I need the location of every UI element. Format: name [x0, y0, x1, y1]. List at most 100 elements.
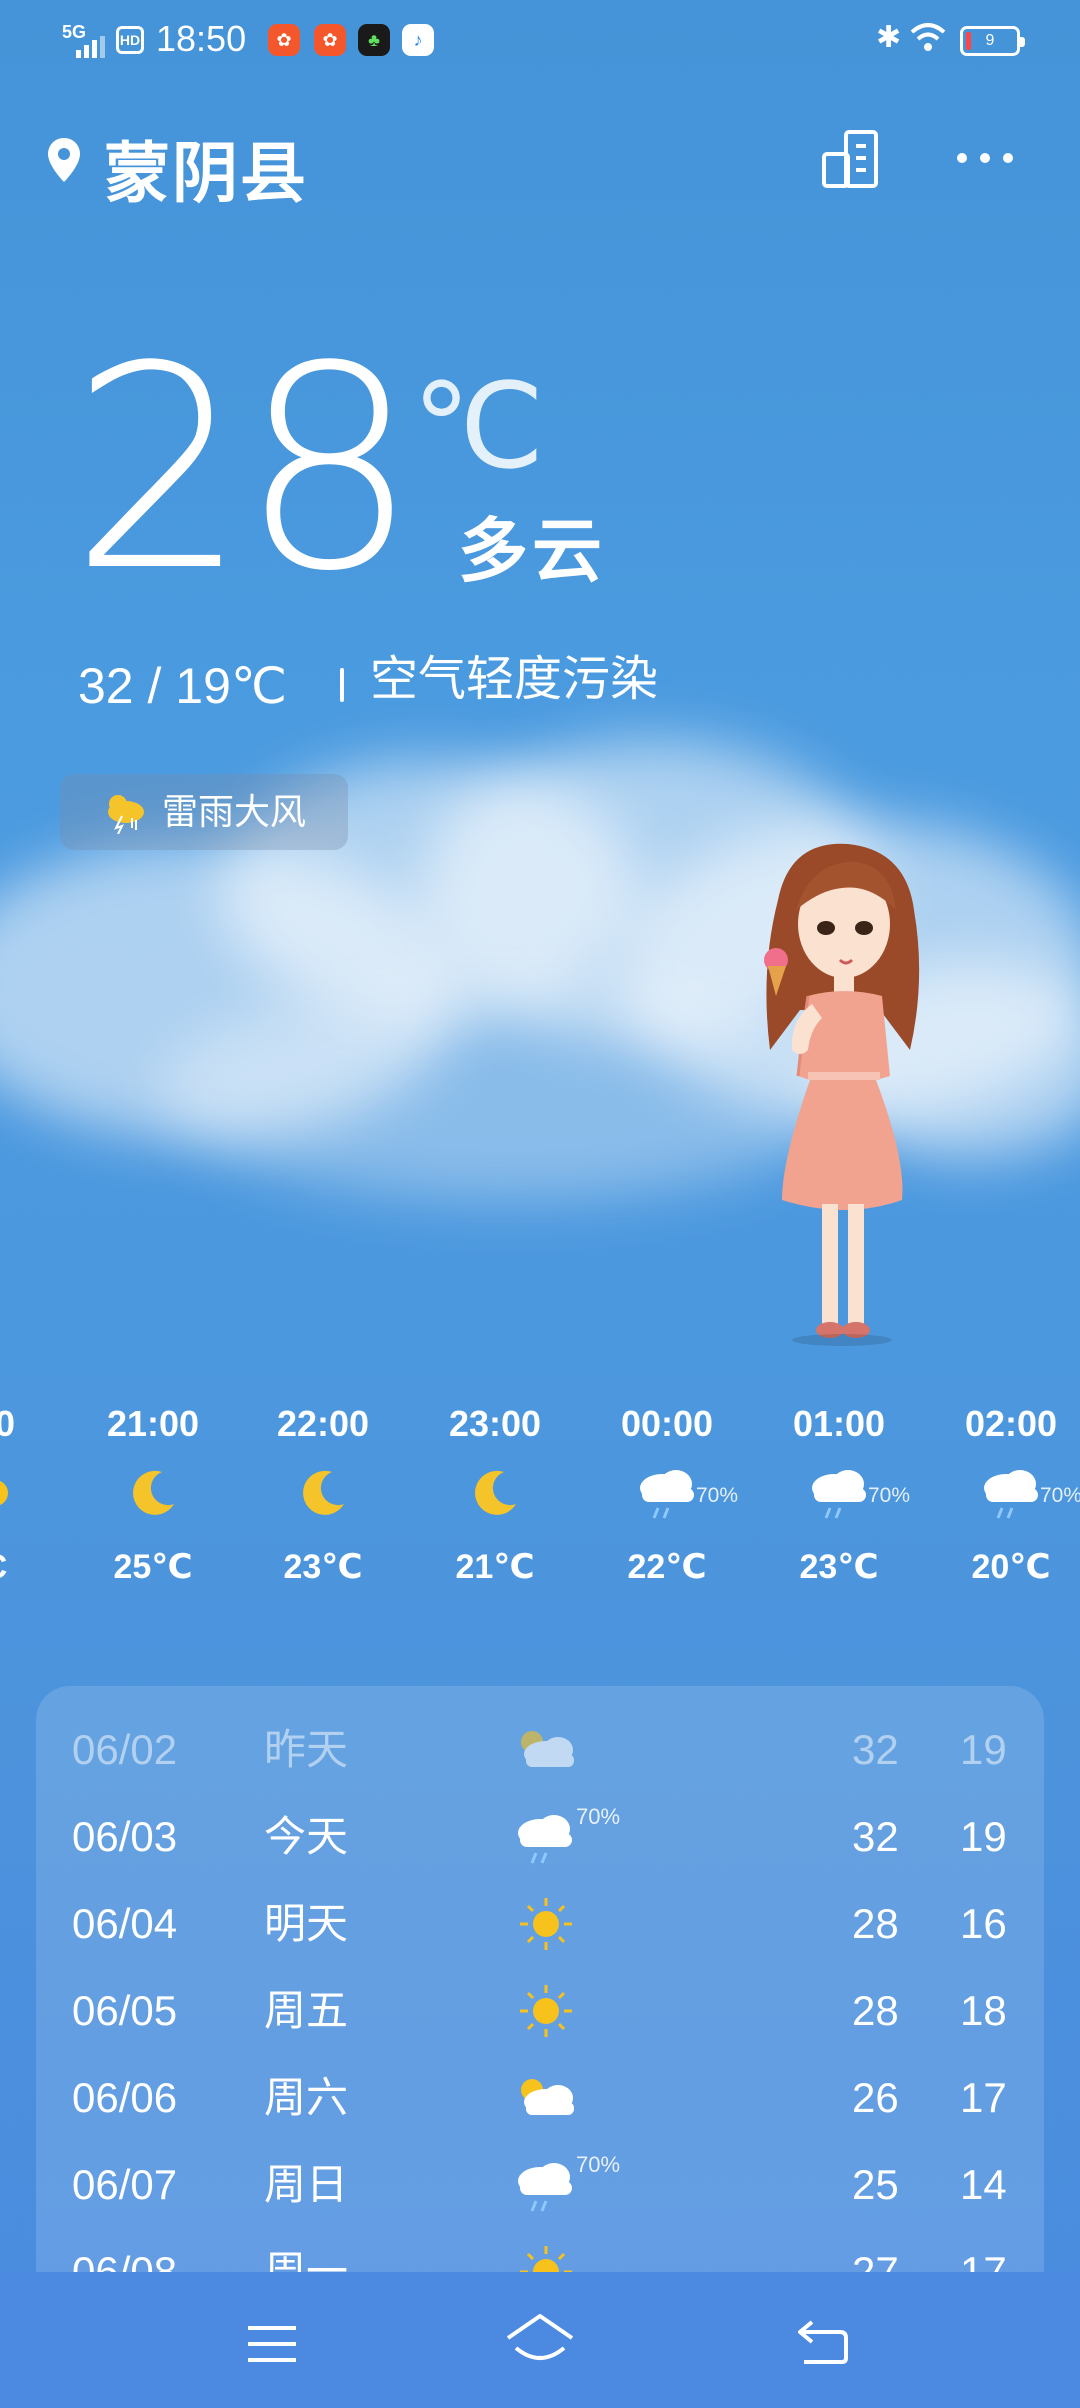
day-weekday: 明天: [264, 1900, 349, 1947]
day-high: 28: [852, 1900, 899, 1947]
partly-cloudy-icon: [521, 1731, 574, 1767]
divider: [340, 668, 344, 702]
hour-time: 21:00: [106, 1403, 200, 1444]
sun-icon: [520, 1898, 572, 1950]
signal-icon: [76, 36, 105, 58]
day-weekday: 周一: [264, 2248, 349, 2276]
temperature-unit: ℃: [412, 361, 545, 493]
wifi-icon: [910, 23, 946, 51]
sun-icon: [520, 2246, 572, 2276]
day-high: 26: [852, 2074, 899, 2121]
daily-row[interactable]: 06/06 周六 26 17: [36, 2054, 1044, 2142]
hour-time: 01:00: [792, 1403, 886, 1444]
battery-level: 9: [985, 32, 995, 49]
status-bar: 5G HD 18:50 ✿ ✿ ♣ ♪ ✱ 9: [0, 0, 1080, 80]
day-low: 16: [960, 1900, 1007, 1947]
bluetooth-icon: ✱: [876, 21, 902, 54]
city-management-icon[interactable]: [820, 128, 882, 190]
hour-temp: 21℃: [455, 1548, 535, 1586]
day-low: 19: [960, 1813, 1007, 1860]
hour-time: 00: [0, 1403, 16, 1444]
hourly-item: 00 C: [0, 1400, 70, 1590]
daily-row[interactable]: 06/04 明天 28 16: [36, 1880, 1044, 1968]
sun-icon: [0, 1462, 30, 1524]
day-low: 17: [960, 2074, 1007, 2121]
temperature-range: 32 / 19℃: [78, 658, 288, 714]
hour-temp: 23℃: [799, 1548, 879, 1586]
battery-icon: 9: [960, 26, 1025, 56]
hour-temp: 20℃: [971, 1548, 1051, 1586]
day-high: 25: [852, 2161, 899, 2208]
precip-chance: 70%: [576, 2152, 621, 2177]
hourly-item: 23:00 21℃: [420, 1400, 570, 1590]
moon-icon: [118, 1462, 188, 1524]
hour-time: 02:00: [964, 1403, 1058, 1444]
moon-icon: [460, 1462, 530, 1524]
sun-icon: [520, 1985, 572, 2037]
day-low: 18: [960, 1987, 1007, 2034]
hour-time: 00:00: [620, 1403, 714, 1444]
rain-cloud-icon: [518, 2163, 572, 2212]
moon-icon: [288, 1462, 358, 1524]
daily-row[interactable]: 06/02 昨天 32 19: [36, 1706, 1044, 1794]
hd-voice-icon: HD: [116, 26, 144, 54]
day-high: 32: [852, 1726, 899, 1773]
hourly-item: 22:00 23℃: [248, 1400, 398, 1590]
precip-chance: 70%: [1040, 1484, 1080, 1507]
day-weekday: 周五: [264, 1987, 349, 2034]
rain-cloud-icon: [518, 1815, 572, 1864]
daily-row[interactable]: 06/05 周五 28 18: [36, 1967, 1044, 2055]
app-icon-2: ✿: [314, 24, 346, 56]
city-name[interactable]: 蒙阴县: [104, 120, 308, 216]
hourly-item: 21:00 25℃: [78, 1400, 228, 1590]
air-quality[interactable]: 空气轻度污染: [370, 650, 658, 710]
hour-temp: 22℃: [627, 1548, 707, 1586]
hour-time: 22:00: [276, 1403, 370, 1444]
thunderstorm-alert-icon: [108, 795, 144, 834]
partly-cloudy-icon: [521, 2079, 574, 2115]
back-icon[interactable]: [796, 2318, 850, 2366]
day-date: 06/02: [72, 1726, 178, 1773]
day-weekday: 今天: [264, 1813, 349, 1860]
home-icon[interactable]: [504, 2312, 576, 2368]
hour-temp: 23℃: [283, 1548, 363, 1586]
daily-row[interactable]: 06/07 周日 70% 25 14: [36, 2141, 1044, 2229]
day-low: 14: [960, 2161, 1007, 2208]
alert-text: 雷雨大风: [162, 791, 307, 832]
day-high: 32: [852, 1813, 899, 1860]
hourly-forecast[interactable]: 00 C 21:00 25℃ 22:00 23℃ 23:00 21℃ 00:00: [0, 1400, 1080, 1640]
more-options-icon[interactable]: [954, 148, 1016, 168]
daily-forecast-card[interactable]: 06/02 昨天 32 19 06/03 今天 70% 32 19 06/04 …: [36, 1686, 1044, 2276]
hour-temp: 25℃: [113, 1548, 193, 1586]
status-time: 18:50: [156, 18, 247, 59]
hourly-item: 02:00 70% 20℃: [936, 1400, 1080, 1590]
daily-row[interactable]: 06/03 今天 70% 32 19: [36, 1793, 1044, 1881]
app-icon-3: ♣: [358, 24, 390, 56]
rain-cloud-icon: [632, 1462, 702, 1524]
day-weekday: 昨天: [264, 1726, 349, 1773]
weather-alert-badge[interactable]: 雷雨大风: [60, 774, 348, 850]
hour-time: 23:00: [448, 1403, 542, 1444]
hourly-item: 01:00 70% 23℃: [764, 1400, 914, 1590]
day-high: 28: [852, 1987, 899, 2034]
precip-chance: 70%: [576, 1804, 621, 1829]
app-icon-4: ♪: [402, 24, 434, 56]
rain-cloud-icon: [976, 1462, 1046, 1524]
character-illustration: [764, 843, 920, 1346]
recent-apps-icon[interactable]: [246, 2324, 298, 2364]
precip-chance: 70%: [868, 1484, 911, 1507]
day-low: 17: [960, 2248, 1007, 2276]
day-weekday: 周六: [264, 2074, 349, 2121]
current-temperature: 28: [70, 307, 418, 633]
day-date: 06/03: [72, 1813, 178, 1860]
day-date: 06/04: [72, 1900, 178, 1947]
day-date: 06/07: [72, 2161, 178, 2208]
hour-temp: C: [0, 1544, 70, 1590]
day-high: 27: [852, 2248, 899, 2276]
day-date: 06/05: [72, 1987, 178, 2034]
daily-row[interactable]: 06/08 周一 27 17: [36, 2228, 1044, 2276]
day-low: 19: [960, 1726, 1007, 1773]
rain-cloud-icon: [804, 1462, 874, 1524]
hourly-item: 00:00 70% 22℃: [592, 1400, 742, 1590]
weather-condition: 多云: [458, 512, 606, 590]
